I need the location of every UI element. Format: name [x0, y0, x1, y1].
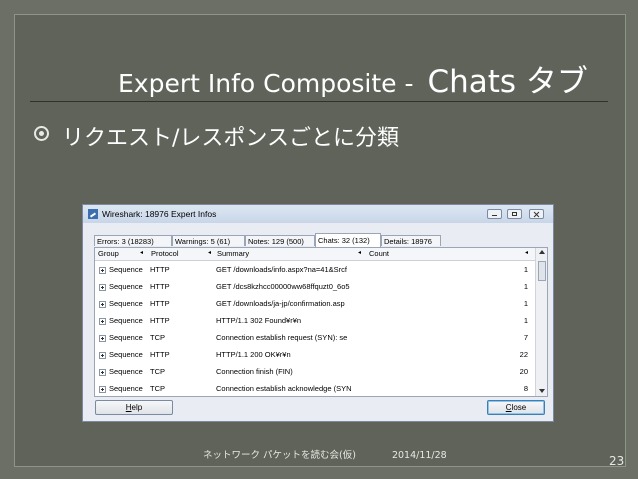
slide-title-part1: Expert Info Composite -	[118, 69, 422, 98]
table-row[interactable]: Sequence TCP Connection establish reques…	[95, 330, 535, 347]
chats-table: Group ◂ Protocol ◂ Summary ◂ Count ◂ Seq…	[94, 247, 548, 397]
page-number: 23	[609, 454, 625, 468]
tab-chats[interactable]: Chats: 32 (132)	[315, 233, 381, 247]
cell-group: Sequence	[109, 367, 143, 376]
cell-count: 7	[523, 333, 528, 342]
table-row[interactable]: Sequence TCP Connection finish (FIN) 20	[95, 364, 535, 381]
column-resize-arrow-icon: ◂	[140, 250, 144, 256]
column-resize-arrow-icon: ◂	[358, 250, 362, 256]
minimize-icon[interactable]	[487, 209, 502, 219]
cell-summary: Connection establish request (SYN): se	[216, 333, 348, 342]
cell-count: 22	[519, 350, 528, 359]
vertical-scrollbar[interactable]	[535, 248, 547, 396]
column-resize-arrow-icon: ◂	[208, 250, 212, 256]
help-button[interactable]: Help	[95, 400, 173, 415]
expand-icon[interactable]	[99, 284, 106, 291]
column-resize-arrow-icon: ◂	[525, 250, 529, 256]
expand-icon[interactable]	[99, 369, 106, 376]
title-divider	[30, 101, 608, 102]
table-row[interactable]: Sequence HTTP HTTP/1.1 200 OK¥r¥n 22	[95, 347, 535, 364]
scrollbar-thumb[interactable]	[538, 261, 546, 281]
slide-title-part2: Chats タブ	[427, 64, 588, 100]
cell-count: 1	[523, 265, 528, 274]
window-titlebar[interactable]: Wireshark: 18976 Expert Infos	[83, 205, 553, 223]
tab-details[interactable]: Details: 18976	[381, 235, 441, 246]
column-header-count[interactable]: Count	[369, 249, 389, 258]
cell-protocol: HTTP	[150, 265, 170, 274]
slide: Expert Info Composite - Chats タブ リクエスト/レ…	[0, 0, 638, 479]
cell-protocol: HTTP	[150, 299, 170, 308]
table-row[interactable]: Sequence HTTP GET /downloads/info.aspx?n…	[95, 262, 535, 279]
expert-info-window: Wireshark: 18976 Expert Infos Errors: 3 …	[82, 204, 554, 422]
cell-count: 1	[523, 316, 528, 325]
expand-icon[interactable]	[99, 301, 106, 308]
bullet-icon	[34, 126, 49, 141]
footer-event-name: ネットワーク パケットを読む会(仮)	[203, 450, 356, 461]
maximize-icon[interactable]	[507, 209, 522, 219]
cell-summary: GET /downloads/ja-jp/confirmation.asp	[216, 299, 345, 308]
expand-icon[interactable]	[99, 318, 106, 325]
slide-footer: ネットワーク パケットを読む会(仮) 2014/11/28	[203, 447, 447, 461]
close-label: lose	[511, 403, 527, 412]
cell-count: 8	[523, 384, 528, 393]
cell-group: Sequence	[109, 384, 143, 393]
column-header-summary[interactable]: Summary	[217, 249, 249, 258]
cell-group: Sequence	[109, 265, 143, 274]
table-row[interactable]: Sequence TCP Connection establish acknow…	[95, 381, 535, 396]
cell-group: Sequence	[109, 282, 143, 291]
cell-summary: HTTP/1.1 302 Found¥r¥n	[216, 316, 302, 325]
window-title: Wireshark: 18976 Expert Infos	[102, 209, 217, 219]
cell-group: Sequence	[109, 333, 143, 342]
tab-notes[interactable]: Notes: 129 (500)	[245, 235, 315, 246]
column-header-group[interactable]: Group	[98, 249, 119, 258]
cell-protocol: HTTP	[150, 282, 170, 291]
cell-protocol: TCP	[150, 367, 165, 376]
cell-summary: HTTP/1.1 200 OK¥r¥n	[216, 350, 291, 359]
table-row[interactable]: Sequence HTTP GET /dcs8kzhcc00000ww68ffq…	[95, 279, 535, 296]
tab-warnings[interactable]: Warnings: 5 (61)	[172, 235, 245, 246]
expand-icon[interactable]	[99, 352, 106, 359]
scroll-up-arrow-icon[interactable]	[539, 250, 545, 254]
cell-protocol: TCP	[150, 333, 165, 342]
cell-group: Sequence	[109, 316, 143, 325]
bullet-text: リクエスト/レスポンスごとに分類	[62, 126, 399, 151]
cell-group: Sequence	[109, 350, 143, 359]
cell-protocol: HTTP	[150, 350, 170, 359]
cell-summary: Connection establish acknowledge (SYN	[216, 384, 352, 393]
cell-group: Sequence	[109, 299, 143, 308]
cell-count: 1	[523, 299, 528, 308]
cell-protocol: HTTP	[150, 316, 170, 325]
table-header: Group ◂ Protocol ◂ Summary ◂ Count ◂	[95, 248, 535, 261]
expand-icon[interactable]	[99, 267, 106, 274]
close-icon[interactable]	[529, 209, 544, 219]
cell-summary: GET /dcs8kzhcc00000ww68ffquzt0_6o5	[216, 282, 350, 291]
slide-title: Expert Info Composite - Chats タブ	[118, 56, 588, 101]
wireshark-app-icon	[88, 209, 98, 219]
column-header-protocol[interactable]: Protocol	[151, 249, 179, 258]
cell-count: 1	[523, 282, 528, 291]
help-label: elp	[131, 403, 143, 412]
footer-date: 2014/11/28	[391, 450, 447, 461]
close-button[interactable]: Close	[487, 400, 545, 415]
expand-icon[interactable]	[99, 335, 106, 342]
scroll-down-arrow-icon[interactable]	[539, 389, 545, 393]
expand-icon[interactable]	[99, 386, 106, 393]
table-row[interactable]: Sequence HTTP HTTP/1.1 302 Found¥r¥n 1	[95, 313, 535, 330]
cell-summary: GET /downloads/info.aspx?na=41&Srcf	[216, 265, 347, 274]
cell-protocol: TCP	[150, 384, 165, 393]
cell-summary: Connection finish (FIN)	[216, 367, 293, 376]
cell-count: 20	[519, 367, 528, 376]
table-row[interactable]: Sequence HTTP GET /downloads/ja-jp/confi…	[95, 296, 535, 313]
tab-errors[interactable]: Errors: 3 (18283)	[94, 235, 172, 246]
